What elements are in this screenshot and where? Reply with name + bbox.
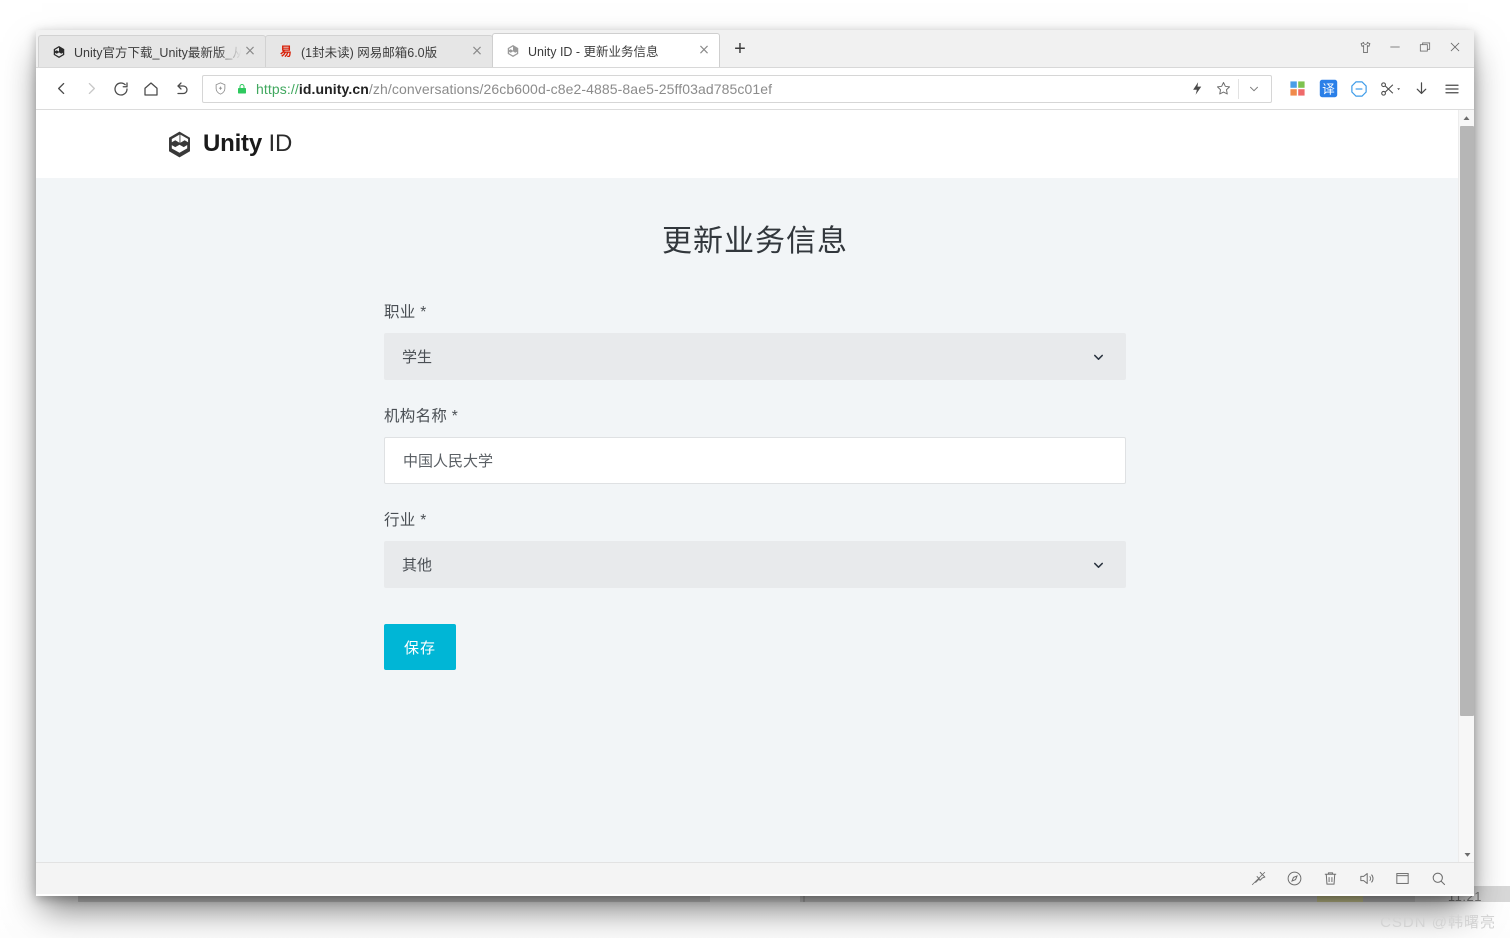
shield-icon[interactable] <box>211 81 229 96</box>
logo-text-unity: Unity <box>203 130 263 157</box>
svg-text:译: 译 <box>1322 81 1335 96</box>
window-controls <box>1350 34 1470 60</box>
tab-title: (1封未读) 网易邮箱6.0版 <box>301 46 438 60</box>
field-label-industry: 行业 * <box>384 512 427 529</box>
field-industry: 行业 * 其他 <box>384 508 1126 588</box>
desktop: 11:21 Unity官方下载_Unity最新版_从U × 易 (1封未读) 网… <box>0 0 1510 938</box>
page-viewport: Unity ID 更新业务信息 职业 * 学生 机构名称 * 中国人民大学 行业… <box>36 110 1474 862</box>
logo-text: Unity ID <box>203 130 292 158</box>
window-icon[interactable] <box>1384 866 1420 892</box>
address-bar[interactable]: https://id.unity.cn/zh/conversations/26c… <box>202 74 1272 103</box>
url-host: id.unity.cn <box>298 80 369 97</box>
unity-id-logo[interactable]: Unity ID <box>166 130 292 159</box>
page-title: 更新业务信息 <box>662 225 848 258</box>
tab-close-button[interactable]: × <box>241 43 259 61</box>
field-occupation: 职业 * 学生 <box>384 300 1126 380</box>
field-organization-name: 机构名称 * 中国人民大学 <box>384 404 1126 484</box>
close-button[interactable] <box>1440 34 1470 60</box>
unity-cube-icon <box>505 43 521 59</box>
svg-text:易: 易 <box>280 45 292 59</box>
field-label-organization-name: 机构名称 * <box>384 408 459 425</box>
tab-close-button[interactable]: × <box>468 43 486 61</box>
tab-title: Unity官方下载_Unity最新版_从U <box>74 46 241 60</box>
occupation-select[interactable]: 学生 <box>384 333 1126 380</box>
new-tab-button[interactable]: + <box>725 35 755 65</box>
pin-off-icon[interactable] <box>1240 866 1276 892</box>
chevron-down-icon <box>1091 349 1106 364</box>
tab-netease-mail[interactable]: 易 (1封未读) 网易邮箱6.0版 × <box>265 35 493 67</box>
restore-button[interactable] <box>1410 34 1440 60</box>
page-scrollbar[interactable] <box>1458 110 1474 862</box>
scrollbar-thumb[interactable] <box>1460 126 1474 716</box>
chevron-down-icon <box>1091 557 1106 572</box>
home-button[interactable] <box>136 74 166 104</box>
compass-icon[interactable] <box>1276 866 1312 892</box>
downloads-icon[interactable] <box>1407 75 1435 103</box>
unity-cube-icon <box>166 130 193 159</box>
reload-button[interactable] <box>106 74 136 104</box>
menu-icon[interactable] <box>1438 75 1466 103</box>
save-button[interactable]: 保存 <box>384 624 457 670</box>
scroll-down-arrow-icon[interactable] <box>1459 846 1474 862</box>
back-button[interactable] <box>46 74 76 104</box>
tab-unity-id-business-info[interactable]: Unity ID - 更新业务信息 × <box>492 33 720 67</box>
unity-cube-icon <box>51 44 67 60</box>
restore-session-button[interactable] <box>166 74 196 104</box>
business-info-form: 职业 * 学生 机构名称 * 中国人民大学 行业 * 其他 保存 <box>384 300 1126 670</box>
occupation-select-value: 学生 <box>402 349 433 366</box>
tab-close-button[interactable]: × <box>695 42 713 60</box>
lightning-icon[interactable] <box>1184 76 1210 102</box>
browser-window: Unity官方下载_Unity最新版_从U × 易 (1封未读) 网易邮箱6.0… <box>36 30 1474 896</box>
logo-text-id: ID <box>268 130 293 157</box>
navigation-bar: https://id.unity.cn/zh/conversations/26c… <box>36 68 1474 110</box>
scroll-up-arrow-icon[interactable] <box>1459 110 1474 126</box>
industry-select[interactable]: 其他 <box>384 541 1126 588</box>
netease-mail-icon: 易 <box>278 44 294 60</box>
search-icon[interactable] <box>1420 866 1456 892</box>
field-label-occupation: 职业 * <box>384 304 427 321</box>
industry-select-value: 其他 <box>402 557 433 574</box>
forward-button[interactable] <box>76 74 106 104</box>
lock-icon <box>235 82 249 96</box>
organization-name-value: 中国人民大学 <box>403 453 494 470</box>
minimize-button[interactable] <box>1380 34 1410 60</box>
translate-icon[interactable]: 译 <box>1314 75 1342 103</box>
url-scheme: https:// <box>256 80 299 97</box>
trash-icon[interactable] <box>1312 866 1348 892</box>
url-text[interactable]: https://id.unity.cn/zh/conversations/26c… <box>256 81 1184 97</box>
grid-apps-icon[interactable] <box>1283 75 1311 103</box>
volume-icon[interactable] <box>1348 866 1384 892</box>
tab-bar: Unity官方下载_Unity最新版_从U × 易 (1封未读) 网易邮箱6.0… <box>36 30 1474 68</box>
tab-title: Unity ID - 更新业务信息 <box>528 45 659 59</box>
tab-unity-download[interactable]: Unity官方下载_Unity最新版_从U × <box>38 35 266 67</box>
divider <box>1238 78 1239 99</box>
taskbar: 11:21 <box>0 886 1510 938</box>
page-content: 更新业务信息 职业 * 学生 机构名称 * 中国人民大学 行业 * 其他 保存 <box>36 178 1474 670</box>
chevron-down-icon[interactable] <box>1241 76 1267 102</box>
site-header: Unity ID <box>36 110 1474 178</box>
organization-name-input[interactable]: 中国人民大学 <box>384 437 1126 484</box>
skin-tshirt-icon[interactable] <box>1350 34 1380 60</box>
url-path: /zh/conversations/26cb600d-c8e2-4885-8ae… <box>368 80 773 97</box>
bookmark-star-icon[interactable] <box>1210 76 1236 102</box>
status-bar <box>36 862 1474 894</box>
screenshot-scissors-icon[interactable] <box>1376 75 1404 103</box>
adblock-icon[interactable] <box>1345 75 1373 103</box>
